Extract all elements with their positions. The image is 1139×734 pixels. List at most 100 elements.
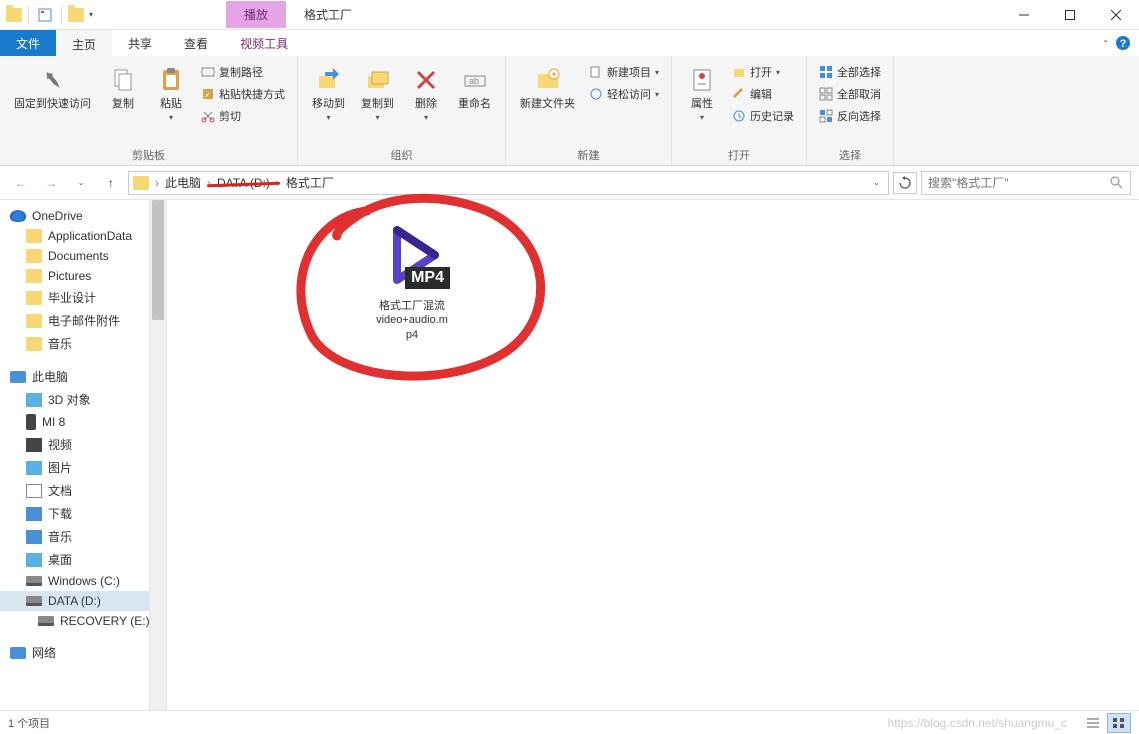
tree-this-pc[interactable]: 此电脑 (0, 365, 149, 388)
icons-view-button[interactable] (1107, 713, 1131, 733)
easy-access-icon (589, 87, 603, 101)
ribbon-group-clipboard: 固定到快速访问 复制 粘贴 ▾ 复制路径 粘贴快捷方式 剪切 剪贴板 (0, 56, 298, 165)
paste-shortcut-button[interactable]: 粘贴快捷方式 (197, 84, 289, 104)
copy-button[interactable]: 复制 (101, 60, 145, 145)
ribbon-tabs: 文件 主页 共享 查看 视频工具 ⌃ ? (0, 30, 1139, 56)
paste-button[interactable]: 粘贴 ▾ (149, 60, 193, 145)
window-controls (1001, 0, 1139, 30)
cut-button[interactable]: 剪切 (197, 106, 289, 126)
tree-item[interactable]: Documents (0, 246, 149, 266)
tree-item[interactable]: 视频 (0, 433, 149, 456)
new-item-button[interactable]: 新建项目▾ (585, 62, 663, 82)
group-label-select: 选择 (815, 145, 885, 163)
tab-home[interactable]: 主页 (56, 30, 112, 56)
select-all-button[interactable]: 全部选择 (815, 62, 885, 82)
ribbon-group-open: 属性▾ 打开▾ 编辑 历史记录 打开 (672, 56, 807, 165)
search-icon (1110, 176, 1124, 190)
tree-item-selected[interactable]: DATA (D:) (0, 591, 149, 611)
folder-icon (26, 229, 42, 243)
open-button[interactable]: 打开▾ (728, 62, 798, 82)
scrollbar-thumb[interactable] (152, 200, 164, 320)
tree-item[interactable]: 文档 (0, 479, 149, 502)
tab-view[interactable]: 查看 (168, 30, 224, 56)
tab-share[interactable]: 共享 (112, 30, 168, 56)
tree-item[interactable]: 图片 (0, 456, 149, 479)
file-list[interactable]: MP4 格式工厂混流 video+audio.m p4 (167, 200, 1139, 710)
qat-new-folder-icon[interactable] (68, 8, 84, 22)
tree-item[interactable]: MI 8 (0, 411, 149, 433)
tree-item[interactable]: 电子邮件附件 (0, 309, 149, 332)
new-folder-button[interactable]: ✦ 新建文件夹 (514, 60, 581, 145)
close-button[interactable] (1093, 0, 1139, 30)
chevron-right-icon: › (207, 176, 211, 190)
breadcrumb-dropdown-icon[interactable]: ⌄ (873, 178, 880, 187)
rename-icon: ab (459, 64, 491, 96)
tree-item[interactable]: 下载 (0, 502, 149, 525)
download-icon (26, 507, 42, 521)
tab-video-tools[interactable]: 视频工具 (224, 30, 304, 56)
tree-item[interactable]: 桌面 (0, 548, 149, 571)
rename-button[interactable]: ab 重命名 (452, 60, 497, 145)
tab-file[interactable]: 文件 (0, 30, 56, 56)
edit-icon (732, 87, 746, 101)
history-button[interactable]: 历史记录 (728, 106, 798, 126)
tree-item[interactable]: Pictures (0, 266, 149, 286)
breadcrumb-folder-icon (133, 176, 149, 190)
back-button[interactable]: ← (8, 170, 34, 196)
ribbon-group-select: 全部选择 全部取消 反向选择 选择 (807, 56, 894, 165)
help-icon[interactable]: ? (1115, 35, 1131, 51)
tree-item[interactable]: 音乐 (0, 525, 149, 548)
file-item[interactable]: MP4 格式工厂混流 video+audio.m p4 (357, 215, 467, 342)
ribbon-collapse-icon[interactable]: ⌃ (1102, 39, 1109, 48)
tree-item[interactable]: 3D 对象 (0, 388, 149, 411)
item-count: 1 个项目 (8, 715, 50, 731)
picture-icon (26, 461, 42, 475)
copy-icon (107, 64, 139, 96)
tree-network[interactable]: 网络 (0, 641, 149, 664)
paste-shortcut-icon (201, 87, 215, 101)
group-label-organize: 组织 (306, 145, 497, 163)
pin-icon (37, 64, 69, 96)
paste-icon (155, 64, 187, 96)
breadcrumb[interactable]: › 此电脑 › DATA (D:) › 格式工厂 ⌄ (128, 171, 889, 195)
tree-item[interactable]: Windows (C:) (0, 571, 149, 591)
select-none-button[interactable]: 全部取消 (815, 84, 885, 104)
forward-button[interactable]: → (38, 170, 64, 196)
tree-item[interactable]: RECOVERY (E:) (0, 611, 149, 631)
copy-path-button[interactable]: 复制路径 (197, 62, 289, 82)
maximize-button[interactable] (1047, 0, 1093, 30)
copy-to-button[interactable]: 复制到▾ (355, 60, 400, 145)
qat-properties-icon[interactable] (35, 5, 55, 25)
recent-dropdown[interactable]: ⌄ (68, 170, 94, 196)
tree-scrollbar[interactable] (150, 200, 167, 710)
easy-access-button[interactable]: 轻松访问▾ (585, 84, 663, 104)
qat-dropdown-icon[interactable]: ▾ (86, 10, 96, 19)
folder-icon (26, 269, 42, 283)
tree-item[interactable]: 音乐 (0, 332, 149, 355)
move-to-button[interactable]: 移动到▾ (306, 60, 351, 145)
tree-item[interactable]: ApplicationData (0, 226, 149, 246)
group-label-new: 新建 (514, 145, 663, 163)
breadcrumb-pc[interactable]: 此电脑 (161, 174, 205, 191)
chevron-down-icon: ▾ (169, 113, 173, 122)
search-box[interactable] (921, 171, 1131, 195)
network-icon (10, 647, 26, 659)
minimize-button[interactable] (1001, 0, 1047, 30)
properties-button[interactable]: 属性▾ (680, 60, 724, 145)
details-view-button[interactable] (1081, 713, 1105, 733)
pin-to-quick-access-button[interactable]: 固定到快速访问 (8, 60, 97, 145)
breadcrumb-folder[interactable]: 格式工厂 (282, 174, 338, 191)
tree-item[interactable]: 毕业设计 (0, 286, 149, 309)
delete-button[interactable]: 删除▾ (404, 60, 448, 145)
search-input[interactable] (928, 176, 1110, 190)
copy-to-icon (362, 64, 394, 96)
edit-button[interactable]: 编辑 (728, 84, 798, 104)
tree-onedrive[interactable]: OneDrive (0, 206, 149, 226)
mp4-badge: MP4 (405, 267, 450, 289)
invert-selection-button[interactable]: 反向选择 (815, 106, 885, 126)
refresh-button[interactable] (893, 172, 917, 194)
svg-text:ab: ab (469, 76, 479, 86)
breadcrumb-drive[interactable]: DATA (D:) (213, 176, 274, 190)
up-button[interactable]: ↑ (98, 170, 124, 196)
navigation-tree[interactable]: OneDrive ApplicationData Documents Pictu… (0, 200, 150, 710)
